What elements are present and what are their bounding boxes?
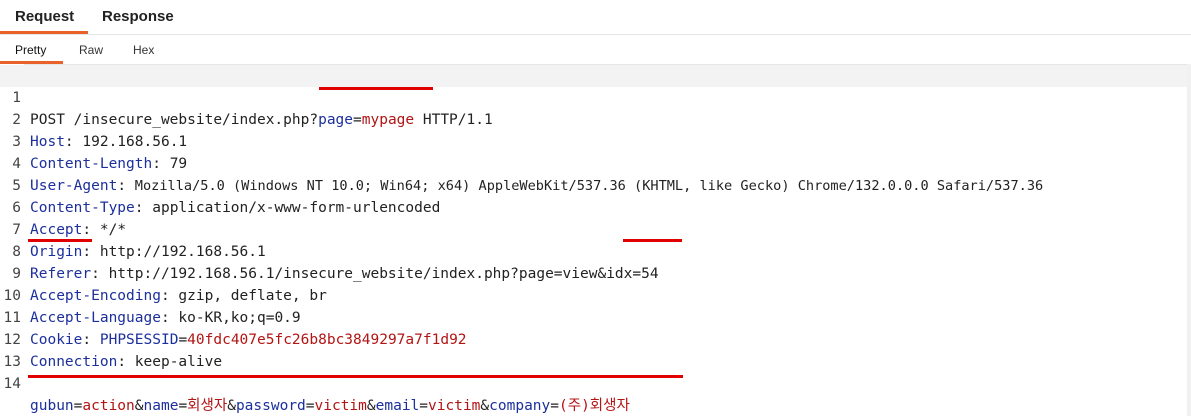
subtab-raw[interactable]: Raw (79, 43, 103, 57)
header-line[interactable]: 3 Content-Length: 79 (0, 109, 1187, 172)
subtab-hex[interactable]: Hex (133, 43, 154, 57)
body-param-name: company (489, 398, 551, 414)
body-param-name: gubun (30, 398, 74, 414)
annotation-underline-referer (28, 239, 92, 242)
subtab-pretty[interactable]: Pretty (15, 43, 46, 57)
request-body-line[interactable]: 14 gubun=action&name=회생자&password=victim… (0, 351, 1187, 414)
body-param-name: password (235, 398, 306, 414)
header-line-cookie[interactable]: 11 Cookie: PHPSESSID=40fdc407e5fc26b8bc3… (0, 285, 1187, 348)
body-param-value: action (82, 398, 135, 414)
editor-tabs: Request Response (0, 0, 1191, 35)
body-param-value: (주)회생자 (559, 398, 630, 414)
request-body[interactable]: gubun=action&name=회생자&password=victim&em… (30, 395, 630, 417)
vertical-scrollbar[interactable] (1187, 64, 1191, 416)
body-param-value: victim (428, 398, 481, 414)
annotation-underline-body (28, 375, 683, 378)
header-line[interactable]: 4 User-Agent: Mozilla/5.0 (Windows NT 10… (0, 131, 1187, 194)
view-mode-tabs: Pretty Raw Hex (0, 34, 1191, 65)
tab-request[interactable]: Request (15, 8, 74, 25)
header-line[interactable]: 6 Accept: */* (0, 175, 1187, 238)
header-line-referer[interactable]: 8 Referer: http://192.168.56.1/insecure_… (0, 219, 1187, 282)
header-line[interactable]: 9 Accept-Encoding: gzip, deflate, br (0, 241, 1187, 304)
header-line[interactable]: 7 Origin: http://192.168.56.1 (0, 197, 1187, 260)
annotation-underline-idx (623, 239, 682, 242)
header-line[interactable]: 12 Connection: keep-alive (0, 307, 1187, 370)
body-param-value: victim (314, 398, 367, 414)
line-number: 14 (3, 376, 21, 392)
body-param-name: name (143, 398, 179, 414)
request-line[interactable]: 1 POST /insecure_website/index.php?page=… (0, 65, 1187, 128)
tab-response[interactable]: Response (102, 8, 174, 25)
body-param-name: email (375, 398, 420, 414)
body-param-value: 회생자 (187, 398, 228, 414)
header-line[interactable]: 5 Content-Type: application/x-www-form-u… (0, 153, 1187, 216)
header-line[interactable]: 10 Accept-Language: ko-KR,ko;q=0.9 (0, 263, 1187, 326)
blank-line[interactable]: 13 (0, 329, 1187, 370)
annotation-underline-page-param (319, 87, 433, 90)
header-line[interactable]: 2 Host: 192.168.56.1 (0, 87, 1187, 150)
